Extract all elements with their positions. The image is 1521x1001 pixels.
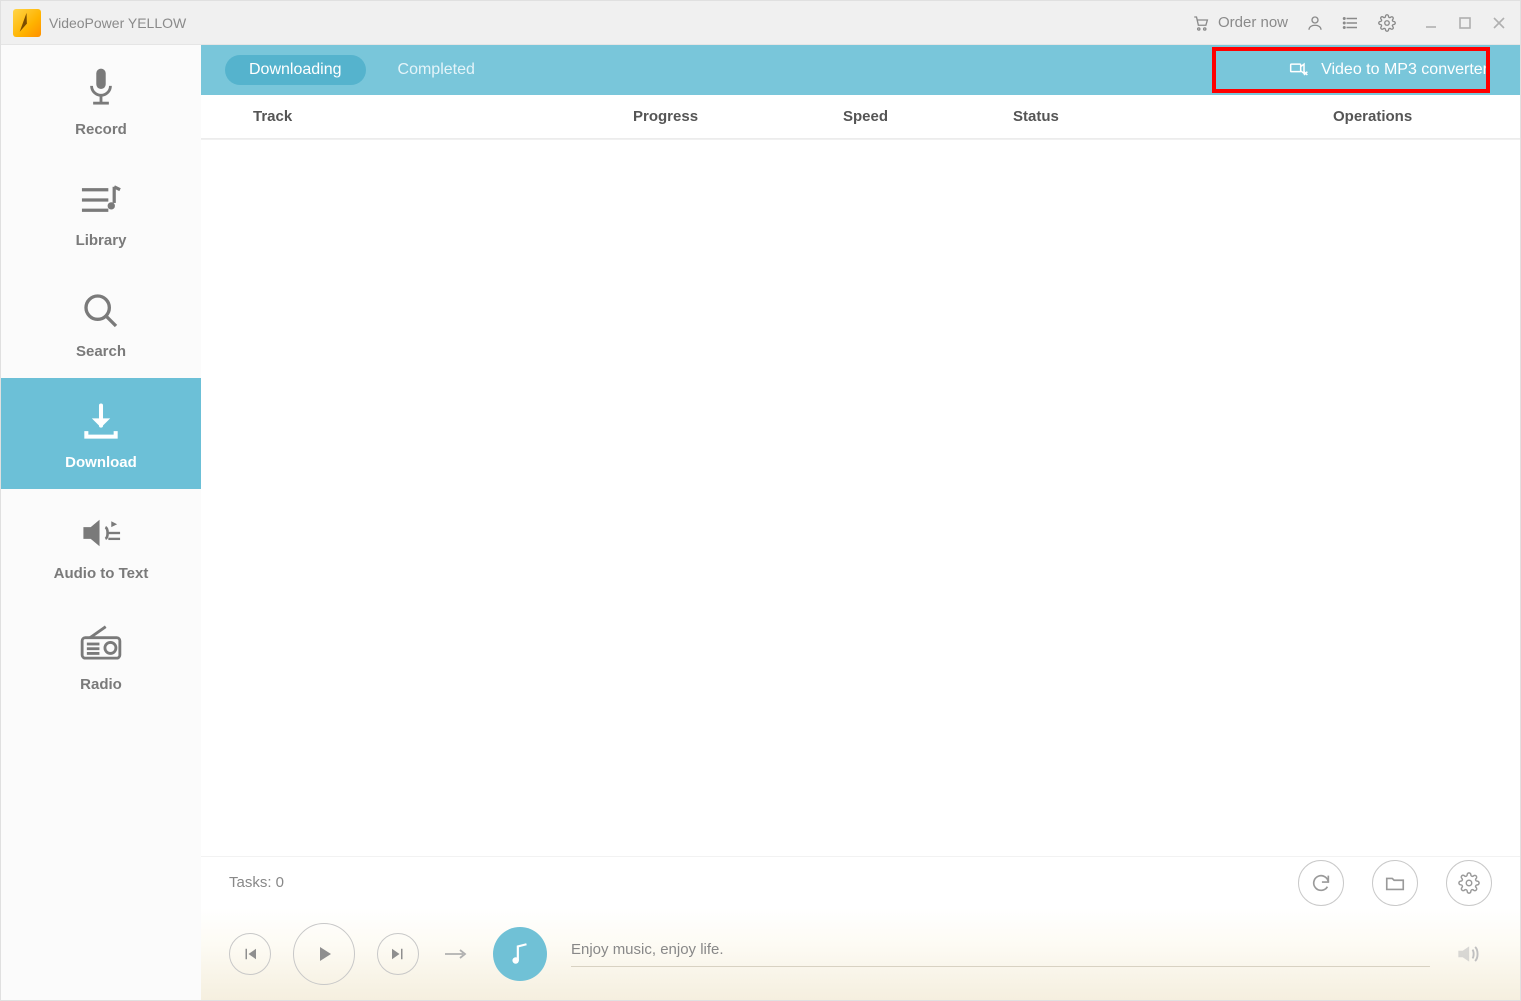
tasks-count-label: Tasks: 0 — [229, 874, 284, 891]
track-area: Enjoy music, enjoy life. — [571, 941, 1430, 967]
tab-downloading[interactable]: Downloading — [225, 55, 366, 85]
converter-label: Video to MP3 converter — [1321, 61, 1488, 79]
window-controls — [1422, 14, 1508, 32]
sidebar-item-label: Search — [76, 343, 126, 360]
video-to-mp3-converter-button[interactable]: Video to MP3 converter — [1281, 56, 1496, 84]
speech-to-text-icon — [79, 511, 123, 555]
now-playing-text: Enjoy music, enjoy life. — [571, 941, 1430, 958]
sidebar-item-radio[interactable]: Radio — [1, 600, 201, 711]
column-header-track: Track — [213, 108, 633, 125]
volume-icon[interactable] — [1454, 941, 1480, 967]
sidebar-item-label: Library — [76, 232, 127, 249]
sidebar-item-label: Record — [75, 121, 127, 138]
minimize-button[interactable] — [1422, 14, 1440, 32]
main: Record Library Search Download — [1, 45, 1520, 1000]
sidebar-item-search[interactable]: Search — [1, 267, 201, 378]
download-icon — [79, 400, 123, 444]
titlebar-right: Order now — [1192, 14, 1508, 32]
tasks-actions — [1298, 860, 1492, 906]
column-header-progress: Progress — [633, 108, 843, 125]
titlebar-left: VideoPower YELLOW — [13, 9, 186, 37]
player-bar: Enjoy music, enjoy life. — [201, 908, 1520, 1000]
titlebar: VideoPower YELLOW Order now — [1, 1, 1520, 45]
app-window: VideoPower YELLOW Order now — [0, 0, 1521, 1001]
app-title: VideoPower YELLOW — [49, 15, 186, 31]
player-controls — [229, 923, 419, 985]
sidebar: Record Library Search Download — [1, 45, 201, 1000]
settings-button[interactable] — [1446, 860, 1492, 906]
sidebar-item-label: Audio to Text — [54, 565, 149, 582]
app-logo-icon — [13, 9, 41, 37]
next-button[interactable] — [377, 933, 419, 975]
tab-bar: Downloading Completed Video to MP3 conve… — [201, 45, 1520, 95]
microphone-icon — [79, 67, 123, 111]
play-button[interactable] — [293, 923, 355, 985]
menu-list-icon[interactable] — [1342, 14, 1360, 32]
open-folder-button[interactable] — [1372, 860, 1418, 906]
table-body — [201, 140, 1520, 856]
search-icon — [79, 289, 123, 333]
radio-icon — [79, 622, 123, 666]
column-header-speed: Speed — [843, 108, 1013, 125]
column-header-operations: Operations — [1203, 108, 1508, 125]
previous-button[interactable] — [229, 933, 271, 975]
refresh-button[interactable] — [1298, 860, 1344, 906]
tasks-row: Tasks: 0 — [201, 856, 1520, 908]
sidebar-item-label: Radio — [80, 676, 122, 693]
sidebar-item-library[interactable]: Library — [1, 156, 201, 267]
sidebar-item-download[interactable]: Download — [1, 378, 201, 489]
order-now-label: Order now — [1218, 14, 1288, 31]
sidebar-item-record[interactable]: Record — [1, 45, 201, 156]
table-header: Track Progress Speed Status Operations — [201, 95, 1520, 139]
order-now-button[interactable]: Order now — [1192, 14, 1288, 32]
shuffle-icon[interactable] — [443, 946, 469, 962]
cart-icon — [1192, 14, 1210, 32]
maximize-button[interactable] — [1456, 14, 1474, 32]
now-playing-icon[interactable] — [493, 927, 547, 981]
sidebar-item-audio-to-text[interactable]: Audio to Text — [1, 489, 201, 600]
content: Downloading Completed Video to MP3 conve… — [201, 45, 1520, 1000]
user-icon[interactable] — [1306, 14, 1324, 32]
library-icon — [79, 178, 123, 222]
progress-track[interactable] — [571, 966, 1430, 967]
tabs: Downloading Completed — [225, 55, 479, 85]
column-header-status: Status — [1013, 108, 1203, 125]
close-button[interactable] — [1490, 14, 1508, 32]
gear-icon[interactable] — [1378, 14, 1396, 32]
tab-completed[interactable]: Completed — [394, 55, 479, 85]
sidebar-item-label: Download — [65, 454, 137, 471]
converter-icon — [1289, 60, 1309, 80]
